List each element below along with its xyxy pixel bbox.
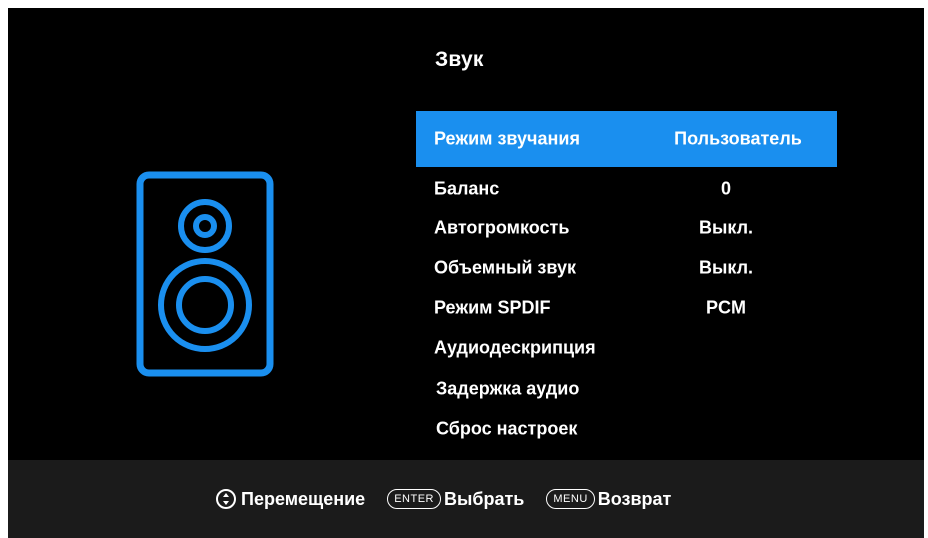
hint-menu-label: Возврат xyxy=(597,488,672,509)
tv-screen: Звук Режим звучания Пользователь Баланс … xyxy=(8,8,924,538)
menu-item-sound-mode[interactable]: Режим звучания Пользователь xyxy=(416,111,837,167)
menu-item-label: Режим звучания xyxy=(434,128,580,149)
menu-item-spdif-mode[interactable]: Режим SPDIF PCM xyxy=(416,288,837,328)
menu-item-value: Выкл. xyxy=(698,217,754,238)
menu-item-label: Баланс xyxy=(434,178,500,199)
menu-item-label: Аудиодескрипция xyxy=(434,337,596,358)
up-down-arrows-icon xyxy=(216,489,236,509)
hint-navigate-label: Перемещение xyxy=(241,488,366,509)
menu-item-value: Пользователь xyxy=(674,128,802,149)
menu-title: Звук xyxy=(435,48,484,71)
menu-item-value: 0 xyxy=(720,178,731,199)
menu-item-label: Задержка аудио xyxy=(436,378,580,398)
menu-item-value: Выкл. xyxy=(698,257,754,278)
hint-navigate: Перемещение xyxy=(216,489,365,510)
enter-key-badge: ENTER xyxy=(387,489,441,509)
menu-item-value: PCM xyxy=(706,297,746,318)
menu-item-reset-settings[interactable]: Сброс настроек xyxy=(416,409,837,449)
footer-hint-bar: Перемещение ENTER Выбрать MENU Возврат xyxy=(8,460,924,538)
footer-hints: Перемещение ENTER Выбрать MENU Возврат xyxy=(216,484,671,514)
hint-menu: MENU Возврат xyxy=(546,489,671,510)
sound-menu: Режим звучания Пользователь Баланс 0 Авт… xyxy=(416,111,837,449)
menu-item-label: Объемный звук xyxy=(434,257,576,278)
menu-item-surround-sound[interactable]: Объемный звук Выкл. xyxy=(416,248,837,288)
menu-item-label: Автогромкость xyxy=(434,217,570,238)
menu-item-label: Сброс настроек xyxy=(436,418,578,439)
menu-key-badge: MENU xyxy=(546,489,595,509)
menu-item-balance[interactable]: Баланс 0 xyxy=(416,170,837,208)
menu-item-audio-description[interactable]: Аудиодескрипция xyxy=(416,328,837,368)
hint-enter: ENTER Выбрать xyxy=(387,489,524,510)
hint-enter-label: Выбрать xyxy=(443,488,525,509)
menu-item-label: Режим SPDIF xyxy=(434,297,551,318)
speaker-icon xyxy=(136,171,274,377)
menu-item-audio-delay[interactable]: Задержка аудио xyxy=(416,368,837,409)
menu-item-auto-volume[interactable]: Автогромкость Выкл. xyxy=(416,208,837,248)
